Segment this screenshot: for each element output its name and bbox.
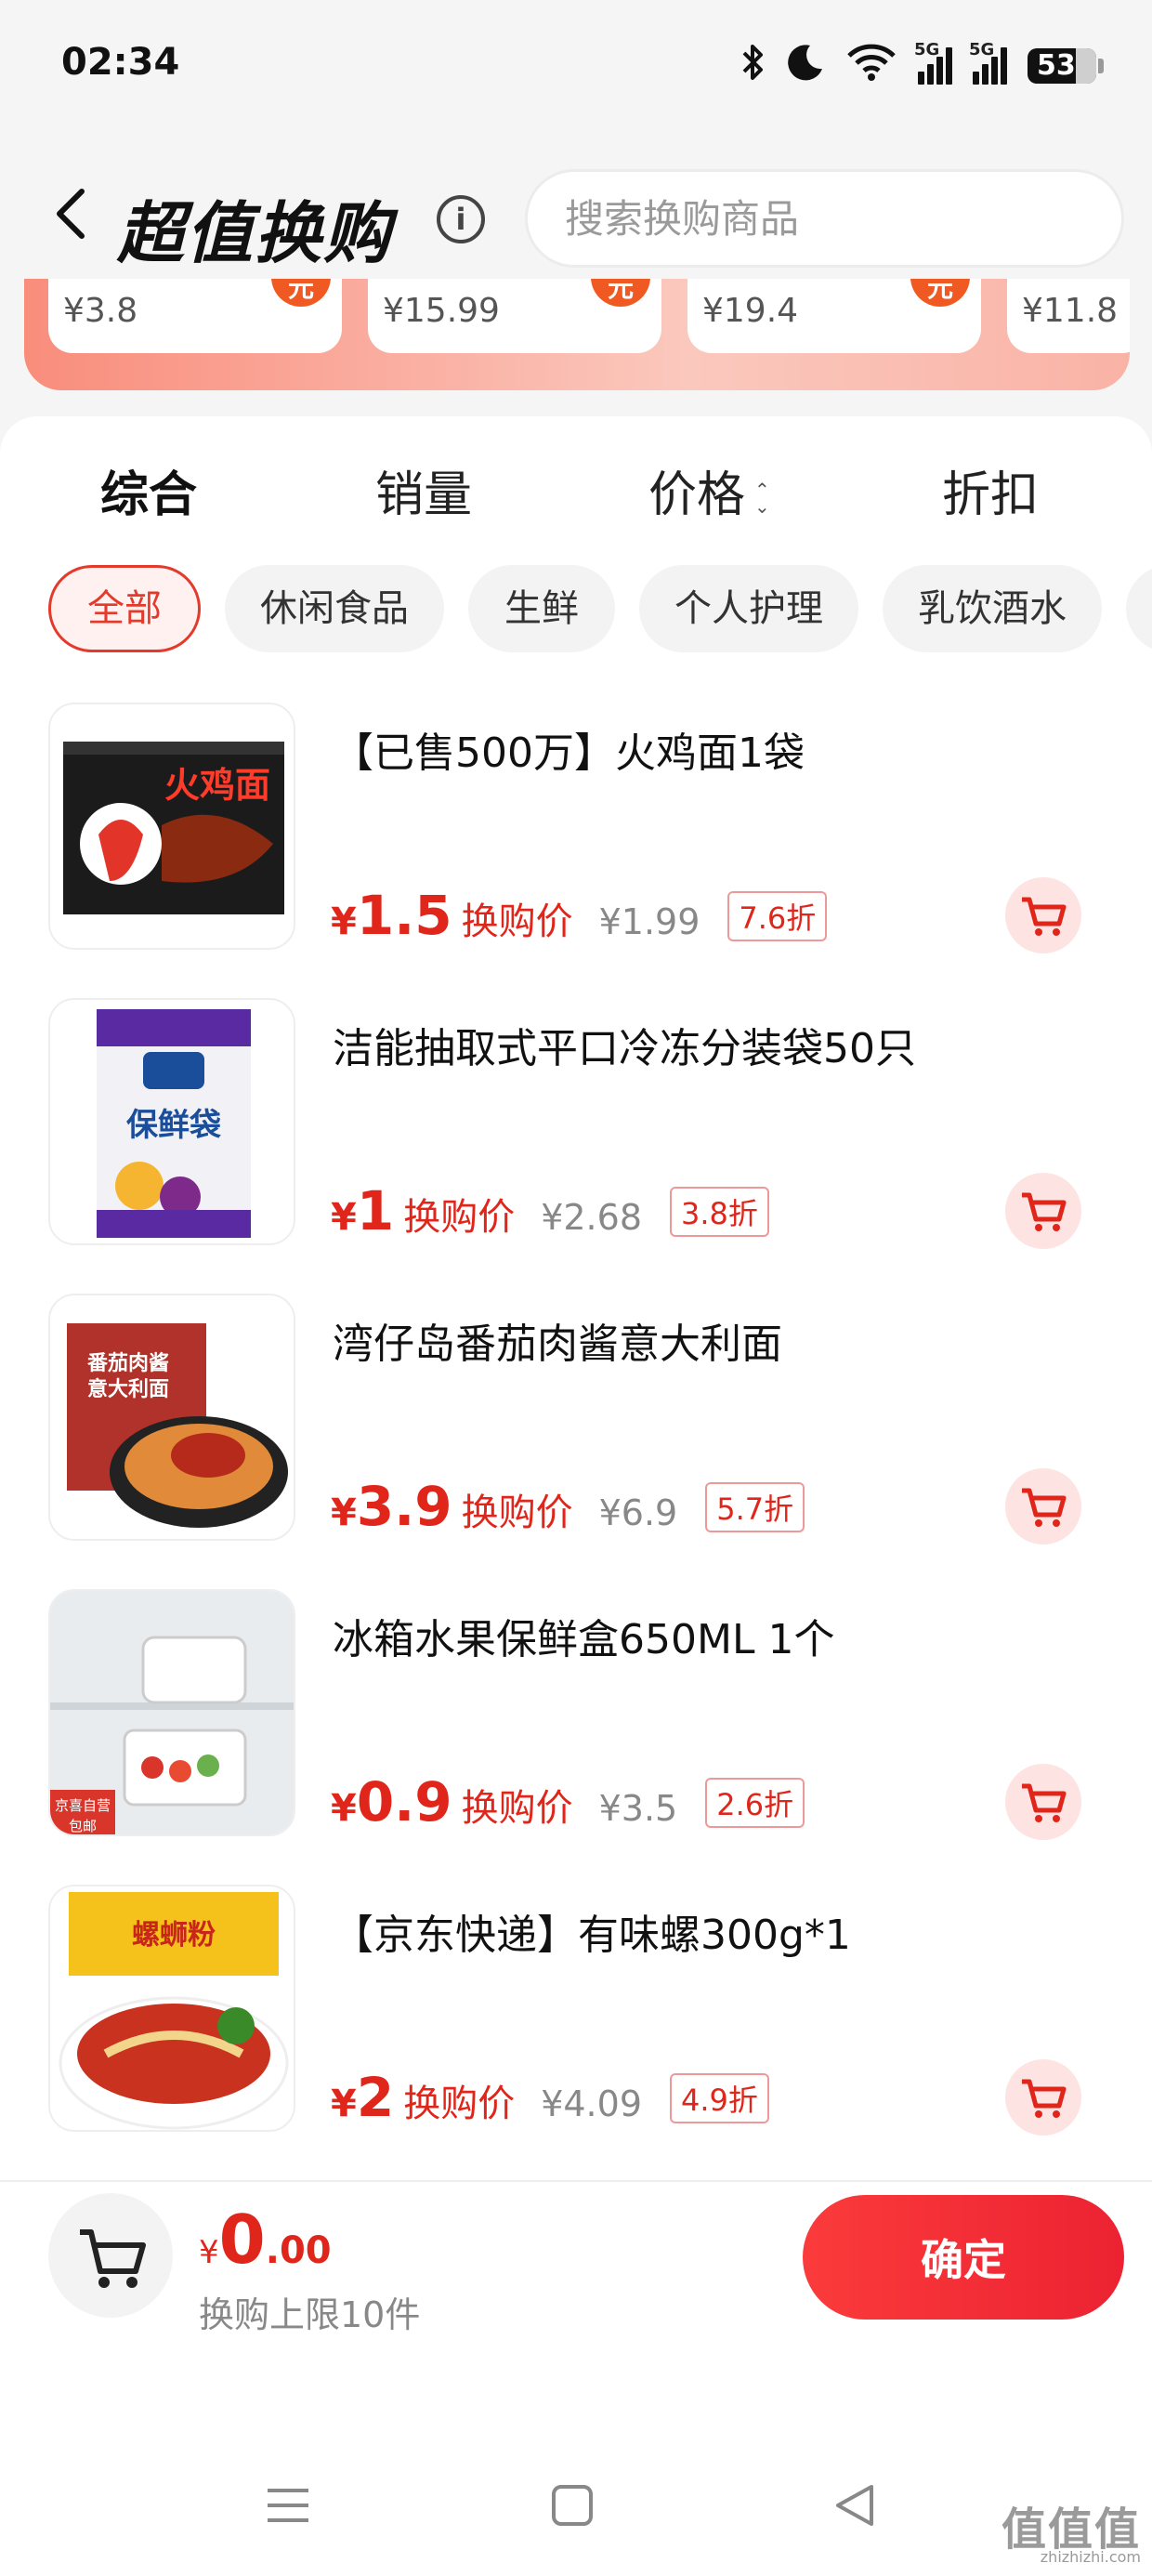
chip-snacks[interactable]: 休闲食品: [225, 565, 444, 652]
promo-banner: ¥3.8 元 ¥15.99 元 ¥19.4 元 ¥11.8: [24, 279, 1130, 390]
price-line: ¥ 1 换购价 ¥2.68 3.8折: [331, 1184, 769, 1242]
price-line: ¥ 2 换购价 ¥4.09 4.9折: [331, 2070, 769, 2129]
svg-text:螺蛳粉: 螺蛳粉: [132, 1919, 216, 1952]
checkout-bar: ¥0.00 换购上限10件 确定: [0, 2180, 1152, 2357]
banner-card[interactable]: ¥11.8: [1007, 279, 1130, 353]
status-bar: 02:34 5G 5G 53: [0, 0, 1152, 139]
back-triangle-icon[interactable]: [827, 2477, 883, 2533]
svg-text:番茄肉酱: 番茄肉酱: [86, 1351, 169, 1375]
product-image[interactable]: 番茄肉酱 意大利面: [48, 1294, 295, 1541]
tab-sales[interactable]: 销量: [375, 453, 472, 537]
chip-more[interactable]: [1126, 565, 1152, 652]
discount-badge: 5.7折: [705, 1482, 805, 1532]
page-title: 超值换购: [117, 194, 393, 272]
exchange-price: 1.5: [356, 884, 452, 947]
product-item[interactable]: 火鸡面 【已售500万】火鸡面1袋 ¥ 1.5 换购价 ¥1.99 7.6折: [0, 703, 1152, 981]
product-item[interactable]: 番茄肉酱 意大利面 湾仔岛番茄肉酱意大利面 ¥ 3.9 换购价 ¥6.9 5.7…: [0, 1294, 1152, 1572]
confirm-button[interactable]: 确定: [803, 2195, 1124, 2320]
back-arrow-icon[interactable]: [52, 186, 89, 242]
signal-1-icon: 5G: [914, 40, 952, 85]
search-box[interactable]: [525, 169, 1124, 268]
product-item[interactable]: 螺蛳粉 【京东快递】有味螺300g*1 ¥ 2 换购价 ¥4.09 4.9折: [0, 1885, 1152, 2163]
battery-icon: 53: [1028, 47, 1104, 84]
add-to-cart-button[interactable]: [1005, 2059, 1081, 2136]
price-line: ¥ 0.9 换购价 ¥3.5 2.6折: [331, 1775, 805, 1833]
bluetooth-icon: [741, 43, 766, 88]
chip-personal-care[interactable]: 个人护理: [639, 565, 858, 652]
product-item[interactable]: 保鲜袋 洁能抽取式平口冷冻分装袋50只 ¥ 1 换购价 ¥2.68 3.8折: [0, 998, 1152, 1277]
product-image[interactable]: 火鸡面: [48, 703, 295, 950]
price-line: ¥ 3.9 换购价 ¥6.9 5.7折: [331, 1479, 805, 1538]
exchange-price: 1: [356, 1179, 395, 1242]
cart-icon[interactable]: [48, 2193, 173, 2318]
add-to-cart-button[interactable]: [1005, 877, 1081, 953]
product-name[interactable]: 【已售500万】火鸡面1袋: [333, 719, 805, 779]
status-time: 02:34: [61, 41, 180, 84]
exchange-price: 2: [356, 2066, 395, 2129]
wifi-icon: [845, 43, 897, 88]
total-price: ¥0.00: [199, 2201, 332, 2279]
chip-drinks[interactable]: 乳饮酒水: [883, 565, 1102, 652]
sort-arrows-icon: ⌃ ⌄: [754, 479, 770, 518]
exchange-price: 3.9: [356, 1475, 452, 1538]
yuan-badge-icon: 元: [271, 279, 331, 307]
discount-badge: 3.8折: [670, 1187, 769, 1237]
discount-badge: 7.6折: [727, 891, 828, 941]
add-to-cart-button[interactable]: [1005, 1173, 1081, 1249]
yuan-badge-icon: 元: [910, 279, 970, 307]
svg-text:京喜自营: 京喜自营: [55, 1797, 111, 1814]
info-icon[interactable]: i: [437, 195, 485, 243]
banner-card[interactable]: ¥19.4 元: [687, 279, 981, 353]
product-name[interactable]: 冰箱水果保鲜盒650ML 1个: [333, 1606, 834, 1665]
signal-2-icon: 5G: [969, 40, 1007, 85]
tab-comprehensive[interactable]: 综合: [100, 453, 197, 537]
product-image[interactable]: 京喜自营 包邮: [48, 1589, 295, 1836]
product-image[interactable]: 保鲜袋: [48, 998, 295, 1245]
svg-text:意大利面: 意大利面: [87, 1377, 169, 1401]
original-price: ¥6.9: [598, 1492, 678, 1533]
search-input[interactable]: [528, 172, 1121, 265]
tab-discount[interactable]: 折扣: [942, 453, 1039, 537]
tab-price[interactable]: 价格 ⌃ ⌄: [648, 453, 770, 537]
svg-text:保鲜袋: 保鲜袋: [126, 1107, 221, 1144]
chip-all[interactable]: 全部: [48, 565, 201, 652]
product-item[interactable]: 京喜自营 包邮 冰箱水果保鲜盒650ML 1个 ¥ 0.9 换购价 ¥3.5 2…: [0, 1589, 1152, 1868]
status-icons: 5G 5G 53: [741, 40, 1104, 88]
discount-badge: 4.9折: [670, 2073, 769, 2123]
banner-card[interactable]: ¥15.99 元: [368, 279, 661, 353]
yuan-badge-icon: 元: [591, 279, 650, 307]
moon-icon: [786, 43, 825, 88]
chip-fresh[interactable]: 生鲜: [468, 565, 615, 652]
add-to-cart-button[interactable]: [1005, 1468, 1081, 1544]
svg-text:火鸡面: 火鸡面: [164, 765, 270, 806]
svg-text:包邮: 包邮: [69, 1818, 97, 1834]
product-name[interactable]: 湾仔岛番茄肉酱意大利面: [333, 1310, 782, 1370]
exchange-price: 0.9: [356, 1770, 452, 1833]
price-line: ¥ 1.5 换购价 ¥1.99 7.6折: [331, 884, 828, 947]
system-nav-bar: 值值值 zhizhizhi.com: [0, 2357, 1152, 2576]
exchange-limit: 换购上限10件: [199, 2294, 421, 2335]
add-to-cart-button[interactable]: [1005, 1764, 1081, 1840]
banner-card[interactable]: ¥3.8 元: [48, 279, 342, 353]
original-price: ¥4.09: [541, 2083, 642, 2124]
discount-badge: 2.6折: [705, 1778, 805, 1828]
product-name[interactable]: 【京东快递】有味螺300g*1: [333, 1901, 851, 1961]
header: 超值换购 i: [0, 149, 1152, 288]
original-price: ¥2.68: [541, 1197, 642, 1238]
original-price: ¥3.5: [598, 1788, 678, 1829]
menu-icon[interactable]: [260, 2477, 316, 2533]
product-name[interactable]: 洁能抽取式平口冷冻分装袋50只: [333, 1015, 916, 1074]
watermark-logo: 值值值 zhizhizhi.com: [1001, 2504, 1142, 2566]
original-price: ¥1.99: [598, 901, 700, 942]
home-square-icon[interactable]: [544, 2477, 600, 2533]
product-image[interactable]: 螺蛳粉: [48, 1885, 295, 2132]
category-chips: 全部 休闲食品 生鲜 个人护理 乳饮酒水: [0, 565, 1152, 654]
sort-tabs: 综合 销量 价格 ⌃ ⌄ 折扣: [0, 453, 1152, 537]
